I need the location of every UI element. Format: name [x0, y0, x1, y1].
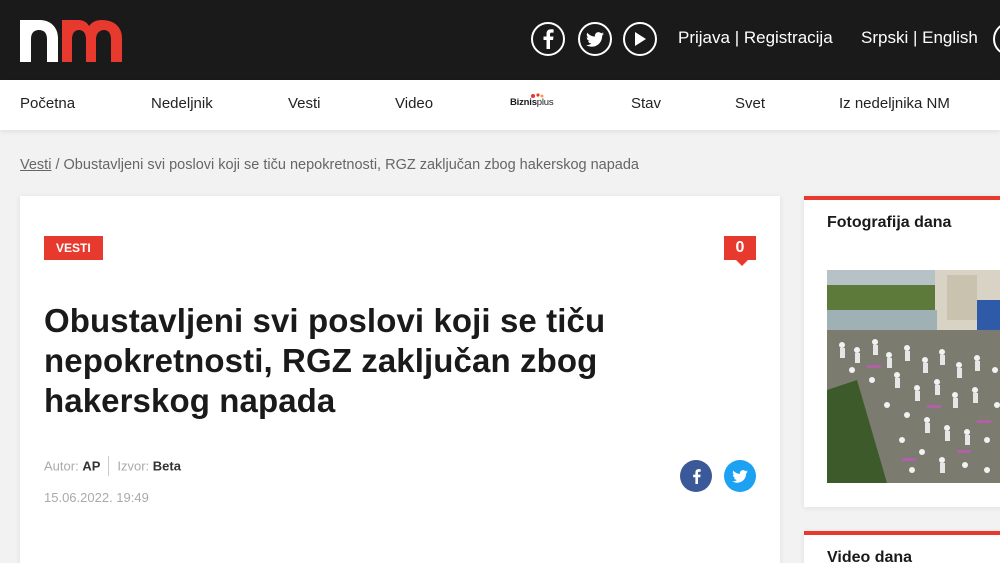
- youtube-play-icon[interactable]: [623, 22, 657, 56]
- lang-serbian[interactable]: Srpski: [861, 28, 908, 47]
- author-label: Autor:: [44, 458, 79, 474]
- nav-item-stav[interactable]: Stav: [631, 95, 661, 112]
- auth-separator: |: [729, 28, 744, 47]
- comment-count-badge[interactable]: 0: [724, 236, 756, 266]
- nav-item-vesti[interactable]: Vesti: [288, 95, 321, 112]
- search-icon[interactable]: [993, 22, 1000, 56]
- language-switcher: Srpski | English: [861, 28, 978, 48]
- lang-separator: |: [908, 28, 923, 47]
- article-meta: Autor: AP Izvor: Beta: [44, 456, 181, 477]
- source-label: Izvor:: [117, 458, 150, 474]
- photo-of-the-day-image[interactable]: [827, 270, 1000, 483]
- video-of-the-day-title: Video dana: [827, 549, 913, 563]
- article-card: VESTI 0 Obustavljeni svi poslovi koji se…: [20, 196, 780, 563]
- source-name: Beta: [152, 458, 181, 474]
- facebook-icon[interactable]: [531, 22, 565, 56]
- category-badge[interactable]: VESTI: [44, 236, 103, 260]
- nav-item-iz-nedeljnika-nm[interactable]: Iz nedeljnika NM: [839, 95, 950, 112]
- auth-links: Prijava | Registracija: [678, 28, 833, 48]
- nav-item-video[interactable]: Video: [395, 95, 433, 112]
- photo-of-the-day-widget: Fotografija dana: [804, 196, 1000, 507]
- lang-english[interactable]: English: [922, 28, 978, 47]
- nav-item-nedeljnik[interactable]: Nedeljnik: [151, 95, 213, 112]
- biznisplus-logo-mark: [531, 93, 544, 98]
- article-title: Obustavljeni svi poslovi koji se tiču ne…: [44, 302, 606, 419]
- nav-item-pocetna[interactable]: Početna: [20, 95, 75, 112]
- register-link[interactable]: Registracija: [744, 28, 833, 47]
- breadcrumb-link-vesti[interactable]: Vesti: [20, 157, 51, 173]
- breadcrumb-separator: /: [51, 157, 64, 173]
- meta-divider: [108, 456, 110, 476]
- nav-item-svet[interactable]: Svet: [735, 95, 765, 112]
- twitter-icon[interactable]: [578, 22, 612, 56]
- top-bar: Prijava | Registracija Srpski | English: [0, 0, 1000, 80]
- article-date: 15.06.2022. 19:49: [44, 490, 149, 505]
- main-nav: Početna Nedeljnik Vesti Video Biznisplus…: [0, 80, 1000, 130]
- author-name: AP: [82, 458, 101, 474]
- nav-item-biznisplus[interactable]: Biznisplus: [510, 93, 554, 115]
- login-link[interactable]: Prijava: [678, 28, 730, 47]
- share-facebook-icon[interactable]: [680, 460, 712, 492]
- breadcrumb: Vesti / Obustavljeni svi poslovi koji se…: [20, 157, 639, 173]
- share-twitter-icon[interactable]: [724, 460, 756, 492]
- photo-of-the-day-title: Fotografija dana: [827, 214, 952, 231]
- breadcrumb-current: Obustavljeni svi poslovi koji se tiču ne…: [63, 157, 639, 173]
- video-of-the-day-widget: Video dana: [804, 531, 1000, 563]
- nm-logo[interactable]: [20, 16, 122, 62]
